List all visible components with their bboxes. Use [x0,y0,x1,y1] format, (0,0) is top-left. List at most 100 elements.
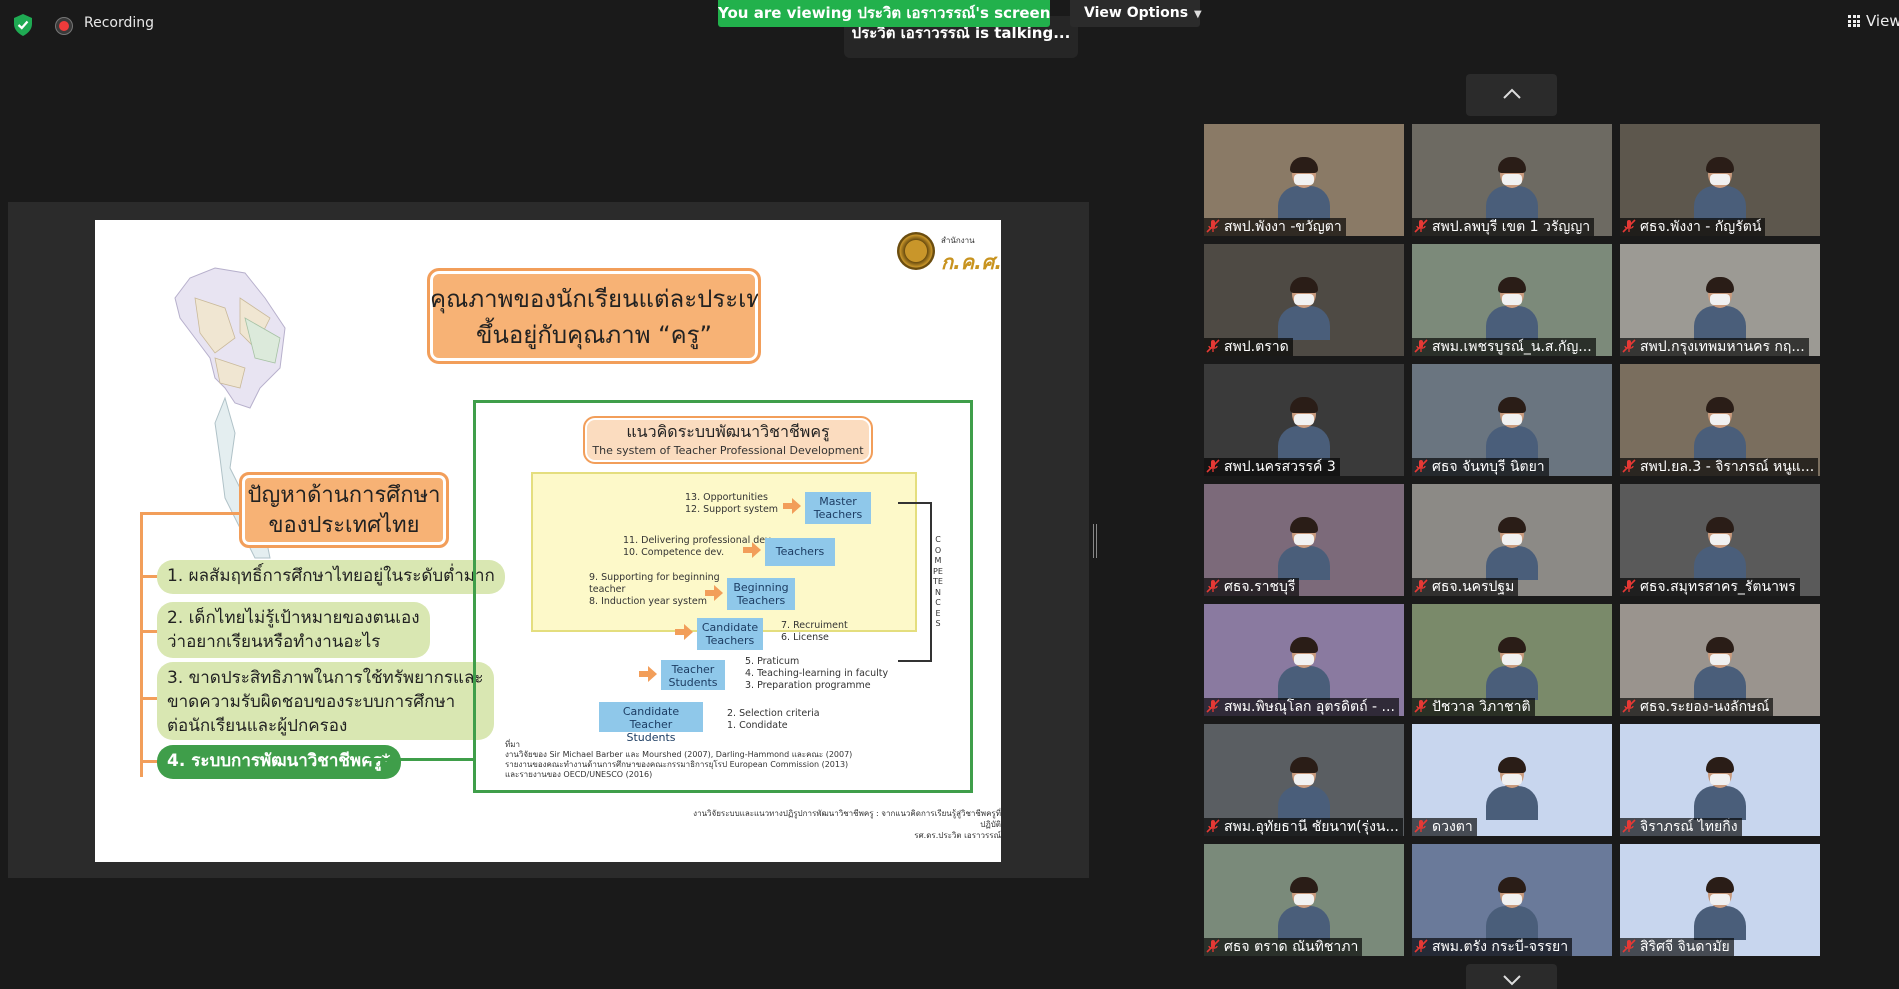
participant-person-image [1694,157,1746,220]
participant-name: สพม.พิษณุโลก อุตรดิตถ์ - ... [1224,699,1395,715]
connector-line [140,512,143,777]
otepc-seal-icon [897,232,935,270]
problem-item: 1. ผลสัมฤทธิ์การศึกษาไทยอยู่ในระดับต่ำมา… [157,560,505,594]
participant-tile[interactable]: สพป.พังงา -ขวัญตา [1204,124,1404,236]
participant-tile[interactable]: ศธจ.พังงา - กัญรัตน์ [1620,124,1820,236]
participant-tile[interactable]: ศธจ.สมุทรสาคร_รัตนาพร [1620,484,1820,596]
participant-person-image [1486,397,1538,460]
participant-tile[interactable]: สพม.ตรัง กระบี่-จรรยา [1412,844,1612,956]
participant-tile[interactable]: ศธจ จันทบุรี นิตยา [1412,364,1612,476]
participant-tile[interactable]: ดวงตา [1412,724,1612,836]
mic-muted-icon [1622,339,1636,353]
recording-label: Recording [84,15,155,31]
participant-person-image [1278,517,1330,580]
mic-muted-icon [1206,939,1220,953]
participant-name-bar: สพป.พังงา -ขวัญตา [1204,218,1346,236]
competences-bracket [898,502,932,662]
participant-name: สพป.ตราด [1224,339,1289,355]
mic-muted-icon [1414,219,1428,233]
view-options-button[interactable]: View Options ▼ [1070,0,1202,27]
participant-tile[interactable]: สพม.เพชรบูรณ์_น.ส.กัญ... [1412,244,1612,356]
participant-name-bar: ศธจ.ระยอง-นงลักษณ์ [1620,698,1774,716]
participant-name-bar: ศธจ.พังงา - กัญรัตน์ [1620,218,1766,236]
viewing-screen-banner: You are viewing ประวิต เอราวรรณ์'s scree… [718,0,1050,27]
participant-tile[interactable]: สพป.ลพบุรี เขต 1 วรัญญา [1412,124,1612,236]
problem-item-highlight: 4. ระบบการพัฒนาวิชาชีพครู* [157,745,401,779]
participant-tile[interactable]: ศธจ.ระยอง-นงลักษณ์ [1620,604,1820,716]
gallery-page-up-button[interactable] [1466,74,1557,116]
participant-person-image [1486,877,1538,940]
arrow-right-icon [743,542,761,558]
mic-muted-icon [1414,819,1428,833]
participant-person-image [1278,397,1330,460]
participant-name: จิราภรณ์ ไทยกิ่ง [1640,819,1738,835]
step-box: Candidate Teacher Students [599,702,703,744]
participant-name-bar: สิริศจี จินดามัย [1620,938,1734,956]
participant-name-bar: สพม.อุทัยธานี ชัยนาท(รุ่งน... [1204,818,1403,836]
participant-tile[interactable]: ศธจ ตราด ณันทิชาภา [1204,844,1404,956]
mic-muted-icon [1206,339,1220,353]
gallery-page-down-button[interactable] [1466,964,1557,989]
slide-credit: งานวิจัยระบบและแนวทางปฏิรูปการพัฒนาวิชาช… [693,809,1001,840]
step-box: Teachers [765,538,835,566]
participant-name: สพม.ตรัง กระบี่-จรรยา [1432,939,1569,955]
connector-line [367,758,473,761]
participant-tile[interactable]: สพป.ตราด [1204,244,1404,356]
problem-item: 2. เด็กไทยไม่รู้เป้าหมายของตนเอง ว่าอยาก… [157,602,430,658]
step-criteria-text: 9. Supporting for beginning teacher 8. I… [589,572,720,607]
security-shield-icon[interactable] [12,13,34,37]
slide-title-line2: ขึ้นอยู่กับคุณภาพ “ครู” [476,321,712,349]
participant-person-image [1278,877,1330,940]
step-box: Candidate Teachers [697,618,763,650]
participant-name: สพป.ลพบุรี เขต 1 วรัญญา [1432,219,1591,235]
participant-person-image [1486,157,1538,220]
participant-name-bar: ศธจ.ราชบุรี [1204,578,1300,596]
participant-name: สพม.อุทัยธานี ชัยนาท(รุ่งน... [1224,819,1399,835]
participant-name: ศธจ.นครปฐม [1432,579,1515,595]
problem-heading-line2: ของประเทศไทย [268,513,420,538]
participant-name: ปัชวาล วิภาชาติ [1432,699,1531,715]
mic-muted-icon [1414,579,1428,593]
step-criteria-text: 2. Selection criteria 1. Condidate [727,708,820,731]
participant-tile[interactable]: สิริศจี จินดามัย [1620,844,1820,956]
participant-tile[interactable]: สพป.ยล.3 - จิราภรณ์ หนูแ... [1620,364,1820,476]
mic-muted-icon [1414,699,1428,713]
participant-person-image [1486,277,1538,340]
participant-name-bar: สพม.ตรัง กระบี่-จรรยา [1412,938,1573,956]
mic-muted-icon [1206,459,1220,473]
participant-person-image [1278,157,1330,220]
view-layout-button[interactable]: View [1848,12,1899,30]
participant-tile[interactable]: สพม.พิษณุโลก อุตรดิตถ์ - ... [1204,604,1404,716]
participant-name-bar: ศธจ.สมุทรสาคร_รัตนาพร [1620,578,1800,596]
source-note: ที่มา งานวิจัยของ Sir Michael Barber และ… [505,740,853,779]
problem-heading-box: ปัญหาด้านการศึกษา ของประเทศไทย [239,472,449,548]
participant-name-bar: จิราภรณ์ ไทยกิ่ง [1620,818,1742,836]
participant-tile[interactable]: ศธจ.ราชบุรี [1204,484,1404,596]
panel-resize-handle[interactable] [1093,524,1097,558]
mic-muted-icon [1414,459,1428,473]
pd-title-th: แนวคิดระบบพัฒนาวิชาชีพครู [626,422,830,441]
step-criteria-text: 13. Opportunities 12. Support system [685,492,779,515]
view-label: View [1866,12,1899,30]
participant-name: สิริศจี จินดามัย [1640,939,1730,955]
zoom-meeting-window: Recording ประวิต เอราวรรณ์ is talking...… [0,0,1899,989]
step-box: Beginning Teachers [727,578,795,610]
participant-person-image [1694,877,1746,940]
participant-tile[interactable]: จิราภรณ์ ไทยกิ่ง [1620,724,1820,836]
participant-name: สพป.กรุงเทพมหานคร กฤ... [1640,339,1805,355]
participant-tile[interactable]: สพม.อุทัยธานี ชัยนาท(รุ่งน... [1204,724,1404,836]
mic-muted-icon [1206,579,1220,593]
mic-muted-icon [1622,939,1636,953]
participant-name-bar: สพป.ยล.3 - จิราภรณ์ หนูแ... [1620,458,1819,476]
step-criteria-text: 7. Recruiment 6. License [781,620,848,643]
participant-tile[interactable]: ปัชวาล วิภาชาติ [1412,604,1612,716]
participant-name: สพป.พังงา -ขวัญตา [1224,219,1342,235]
participant-tile[interactable]: สพป.นครสวรรค์ 3 [1204,364,1404,476]
arrow-right-icon [783,498,801,514]
slide-title-box: คุณภาพของนักเรียนแต่ละประเทศ ขึ้นอยู่กับค… [427,268,761,364]
participant-tile[interactable]: ศธจ.นครปฐม [1412,484,1612,596]
participant-tile[interactable]: สพป.กรุงเทพมหานคร กฤ... [1620,244,1820,356]
participant-name-bar: สพป.ตราด [1204,338,1293,356]
mic-muted-icon [1622,819,1636,833]
participant-person-image [1694,397,1746,460]
